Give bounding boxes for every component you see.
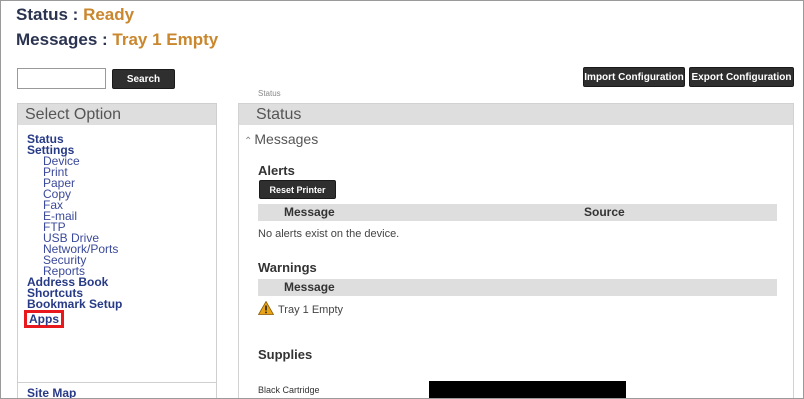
messages-header: Messages : Tray 1 Empty [16, 30, 218, 50]
warning-triangle-icon [258, 301, 274, 315]
alerts-col-message: Message [284, 205, 335, 219]
double-chevron-up-icon: ⌃ [244, 136, 253, 147]
status-panel: Status ⌃ Messages Alerts Reset Printer Me… [238, 103, 794, 398]
reset-printer-button[interactable]: Reset Printer [259, 180, 336, 199]
apps-highlight-box: Apps [24, 310, 64, 328]
alerts-table-header: Message Source [258, 204, 777, 221]
messages-label: Messages : [16, 30, 113, 49]
warnings-table-header: Message [258, 279, 777, 296]
sidebar-item-site-map[interactable]: Site Map [18, 382, 216, 398]
warning-row: Tray 1 Empty [258, 301, 343, 316]
warnings-heading: Warnings [258, 260, 317, 275]
supply-label-black-cartridge: Black Cartridge [258, 385, 320, 395]
export-configuration-button[interactable]: Export Configuration [689, 67, 794, 87]
messages-value: Tray 1 Empty [112, 30, 219, 49]
import-configuration-button[interactable]: Import Configuration [583, 67, 685, 87]
alerts-empty-text: No alerts exist on the device. [258, 228, 400, 240]
warning-text: Tray 1 Empty [278, 304, 343, 316]
messages-toggle[interactable]: ⌃ Messages [244, 131, 318, 147]
panel-title: Status [239, 104, 793, 125]
alerts-heading: Alerts [258, 163, 295, 178]
search-input[interactable] [17, 68, 106, 89]
sidebar-item-bookmark-setup[interactable]: Bookmark Setup [27, 298, 216, 310]
page-frame: Status : Ready Messages : Tray 1 Empty S… [0, 0, 804, 399]
breadcrumb: Status [258, 89, 281, 98]
search-button[interactable]: Search [112, 69, 175, 89]
redacted-supply-level [429, 381, 626, 398]
sidebar: Select Option Status Settings Device Pri… [17, 103, 217, 398]
warnings-col-message: Message [284, 280, 335, 294]
supplies-heading: Supplies [258, 347, 313, 362]
sidebar-title: Select Option [18, 104, 216, 125]
status-value: Ready [83, 5, 135, 24]
status-header: Status : Ready [16, 5, 134, 25]
status-label: Status : [16, 5, 84, 24]
sidebar-item-apps[interactable]: Apps [29, 312, 59, 326]
sidebar-nav: Status Settings Device Print Paper Copy … [18, 125, 216, 328]
messages-toggle-label: Messages [254, 131, 319, 147]
alerts-col-source: Source [584, 205, 625, 219]
